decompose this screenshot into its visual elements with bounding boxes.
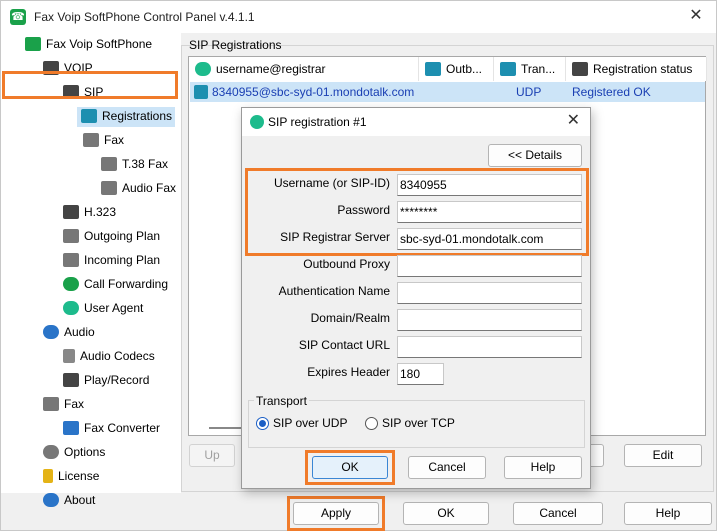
tree-item-outgoing-plan[interactable]: Outgoing Plan — [63, 225, 160, 247]
tree-item-play-record[interactable]: Play/Record — [63, 369, 149, 391]
tree-item-about[interactable]: About — [43, 489, 95, 511]
tcp-label[interactable]: SIP over TCP — [382, 416, 455, 430]
keyboard-icon — [500, 61, 516, 76]
phone-icon — [25, 36, 41, 51]
auth-name-label: Authentication Name — [278, 284, 390, 298]
tree-item-license[interactable]: License — [43, 465, 99, 487]
fax-icon — [83, 132, 99, 147]
tree-item-user-agent[interactable]: User Agent — [63, 297, 143, 319]
tree-item-fax[interactable]: Fax — [83, 129, 124, 151]
music-note-icon — [43, 324, 59, 339]
domain-label: Domain/Realm — [310, 311, 390, 325]
title-bar: ☎ Fax Voip SoftPhone Control Panel v.4.1… — [1, 1, 716, 33]
fax-machine-icon — [101, 180, 117, 195]
contact-url-field[interactable] — [397, 336, 582, 358]
call-forward-icon — [63, 276, 79, 291]
outbound-proxy-label: Outbound Proxy — [303, 257, 390, 271]
dialog-title-bar: SIP registration #1 ✕ — [242, 108, 590, 136]
tree-item-audio-fax[interactable]: Audio Fax — [101, 177, 176, 199]
dialog-ok-highlight — [305, 450, 395, 485]
main-window: ☎ Fax Voip SoftPhone Control Panel v.4.1… — [0, 0, 717, 531]
table-row[interactable]: 8340955@sbc-syd-01.mondotalk.com UDP Reg… — [190, 82, 705, 102]
outbound-proxy-field[interactable] — [397, 255, 582, 277]
help-icon — [43, 492, 59, 507]
column-header-transport[interactable]: Tran... — [494, 57, 566, 81]
h323-phone-icon — [63, 204, 79, 219]
tree-item-registrations[interactable]: Registrations — [81, 105, 172, 127]
tree-item-audio-codecs[interactable]: Audio Codecs — [63, 345, 155, 367]
user-icon — [195, 61, 211, 76]
tape-icon — [63, 372, 79, 387]
window-title: Fax Voip SoftPhone Control Panel v.4.1.1 — [34, 10, 255, 24]
domain-field[interactable] — [397, 309, 582, 331]
apply-highlight — [287, 496, 385, 531]
column-header-outbound[interactable]: Outb... — [419, 57, 494, 81]
tree-item-audio[interactable]: Audio — [43, 321, 95, 343]
credentials-highlight — [245, 168, 589, 256]
phone-icon: ☎ — [10, 9, 26, 25]
tree-item-call-forwarding[interactable]: Call Forwarding — [63, 273, 168, 295]
expires-label: Expires Header — [307, 365, 390, 379]
cancel-button[interactable]: Cancel — [513, 502, 603, 525]
tree-item-t38-fax[interactable]: T.38 Fax — [101, 153, 168, 175]
up-button[interactable]: Up — [189, 444, 235, 467]
dialog-cancel-button[interactable]: Cancel — [408, 456, 486, 479]
column-header-user[interactable]: username@registrar — [189, 57, 419, 81]
edit-button[interactable]: Edit — [624, 444, 702, 467]
fax-icon — [43, 396, 59, 411]
column-header-status[interactable]: Registration status — [566, 57, 707, 81]
cell-status: Registered OK — [572, 85, 651, 99]
tree-item-options[interactable]: Options — [43, 441, 105, 463]
udp-label[interactable]: SIP over UDP — [273, 416, 347, 430]
key-icon — [43, 468, 53, 483]
settings-tree: Fax Voip SoftPhone VOIP SIP Registration… — [1, 33, 181, 507]
picture-icon — [63, 420, 79, 435]
transport-label: Transport — [254, 394, 309, 408]
user-icon — [63, 300, 79, 315]
contact-url-label: SIP Contact URL — [298, 338, 390, 352]
monitor-icon — [81, 108, 97, 123]
gear-icon — [43, 444, 59, 459]
dialog-help-button[interactable]: Help — [504, 456, 582, 479]
tree-item-fax-converter[interactable]: Fax Converter — [63, 417, 160, 439]
fax-machine-icon — [101, 156, 117, 171]
tcp-radio[interactable] — [365, 417, 378, 430]
sip-registration-dialog: SIP registration #1 ✕ << Details Usernam… — [241, 107, 591, 489]
help-button[interactable]: Help — [624, 502, 712, 525]
speaker-icon — [63, 348, 75, 363]
tree-item-h323[interactable]: H.323 — [63, 201, 116, 223]
registrations-highlight — [2, 71, 178, 99]
monitor-icon — [425, 61, 441, 76]
tree-item-root[interactable]: Fax Voip SoftPhone — [25, 33, 152, 55]
monitor-icon — [572, 61, 588, 76]
auth-name-field[interactable] — [397, 282, 582, 304]
dial-plan-icon — [63, 252, 79, 267]
expires-field[interactable]: 180 — [397, 363, 444, 385]
ok-button[interactable]: OK — [403, 502, 489, 525]
group-label: SIP Registrations — [189, 38, 282, 52]
monitor-icon — [194, 85, 208, 99]
tree-item-fax-section[interactable]: Fax — [43, 393, 84, 415]
dialog-title: SIP registration #1 — [268, 115, 367, 129]
close-icon[interactable]: ✕ — [686, 6, 706, 26]
dial-plan-icon — [63, 228, 79, 243]
details-button[interactable]: << Details — [488, 144, 582, 167]
cell-transport: UDP — [516, 85, 542, 99]
cell-user: 8340955@sbc-syd-01.mondotalk.com — [212, 85, 415, 99]
close-icon[interactable]: ✕ — [567, 110, 580, 130]
udp-radio[interactable] — [256, 417, 269, 430]
user-icon — [250, 115, 264, 129]
tree-item-incoming-plan[interactable]: Incoming Plan — [63, 249, 160, 271]
